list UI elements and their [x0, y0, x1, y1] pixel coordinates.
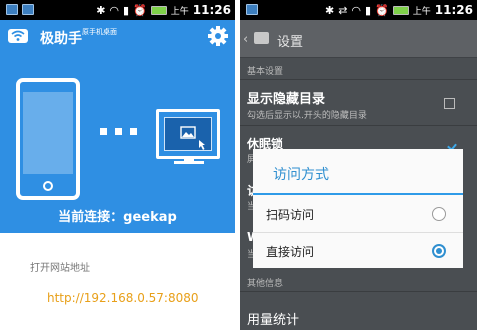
access-mode-dialog: 访问方式 扫码访问 直接访问: [253, 149, 463, 268]
image-notification-icon: [22, 4, 34, 15]
bluetooth-icon: ✱: [96, 3, 106, 17]
alarm-icon: ⏰: [375, 3, 389, 17]
settings-titlebar: ‹ 设置: [240, 20, 477, 58]
show-hidden-checkbox[interactable]: [444, 98, 455, 109]
section-basic-settings: 基本设置: [247, 67, 284, 77]
alarm-icon: ⏰: [133, 3, 147, 17]
status-bar: ✱ ⇄ ◠ ▮ ⏰ 上午 11:26: [240, 0, 477, 20]
radio-selected[interactable]: [432, 244, 446, 258]
section-other-info: 其他信息: [247, 279, 284, 289]
divider: [240, 291, 477, 292]
wifi-icon: [8, 29, 28, 43]
signal-icon: ▮: [365, 3, 372, 17]
notification-icons: [6, 4, 34, 15]
image-notification-icon: [6, 4, 18, 15]
bluetooth-icon: ✱: [324, 3, 335, 17]
open-address-label: 打开网站地址: [30, 263, 90, 274]
option-label: 扫码访问: [266, 208, 315, 222]
dot: [100, 128, 107, 135]
phone-home-button: [43, 181, 53, 191]
page-title: 设置: [277, 35, 304, 50]
monitor-stand: [174, 161, 204, 164]
monitor-screen: [164, 117, 212, 151]
dialog-title-rule: [253, 193, 463, 195]
phone-icon: [16, 78, 80, 200]
usage-stats-item[interactable]: 用量统计: [247, 309, 299, 328]
app-name: 极助手: [40, 31, 82, 47]
notification-icons: [246, 4, 258, 15]
clock-time: 11:26: [434, 3, 473, 17]
phone-screen: [23, 92, 73, 174]
divider: [240, 125, 477, 126]
signal-icon: ▮: [123, 3, 130, 17]
current-connection: 当前连接：geekap: [58, 210, 177, 225]
option-label: 直接访问: [266, 245, 315, 259]
clock-ampm: 上午: [412, 6, 431, 17]
dot: [115, 128, 122, 135]
dialog-title: 访问方式: [273, 167, 329, 183]
monitor-icon: [156, 109, 220, 159]
image-notification-icon: [246, 4, 258, 15]
radio-unselected[interactable]: [432, 207, 446, 221]
left-phone-screen: ✱ ◠ ▮ ⏰ 上午 11:26 极助手 原手机桌面 当前连接：geekap 打…: [0, 0, 235, 330]
clock-time: 11:26: [192, 3, 231, 17]
option-direct-access[interactable]: 直接访问: [253, 233, 463, 269]
sync-icon: ⇄: [338, 3, 348, 17]
back-chevron-icon[interactable]: ‹: [243, 32, 248, 47]
connection-hero: 极助手 原手机桌面 当前连接：geekap: [0, 20, 235, 233]
gear-icon[interactable]: [207, 25, 229, 51]
option-scan-access[interactable]: 扫码访问: [253, 196, 463, 232]
right-phone-screen: ✱ ⇄ ◠ ▮ ⏰ 上午 11:26 ‹ 设置 基本设置 显示隐藏目录 勾选后显…: [240, 0, 477, 330]
settings-folder-icon: [254, 32, 269, 44]
status-icons: ✱ ⇄ ◠ ▮ ⏰ 上午 11:26: [325, 3, 473, 17]
server-url[interactable]: http://192.168.0.57:8080: [47, 291, 199, 305]
status-icons: ✱ ◠ ▮ ⏰ 上午 11:26: [96, 3, 231, 17]
battery-icon: [392, 6, 409, 15]
app-header: 极助手 原手机桌面: [0, 20, 235, 54]
transfer-dots: [100, 128, 137, 135]
divider: [240, 79, 477, 80]
battery-icon: [150, 6, 167, 15]
status-bar: ✱ ◠ ▮ ⏰ 上午 11:26: [0, 0, 235, 20]
clock-ampm: 上午: [170, 6, 189, 17]
dot: [130, 128, 137, 135]
wifi-status-icon: ◠: [109, 3, 120, 17]
wifi-status-icon: ◠: [351, 3, 362, 17]
show-hidden-subtitle: 勾选后显示以.开头的隐藏目录: [247, 111, 367, 121]
address-panel: 打开网站地址 http://192.168.0.57:8080: [0, 233, 235, 330]
show-hidden-title[interactable]: 显示隐藏目录: [247, 88, 325, 107]
app-subtitle: 原手机桌面: [82, 28, 117, 36]
